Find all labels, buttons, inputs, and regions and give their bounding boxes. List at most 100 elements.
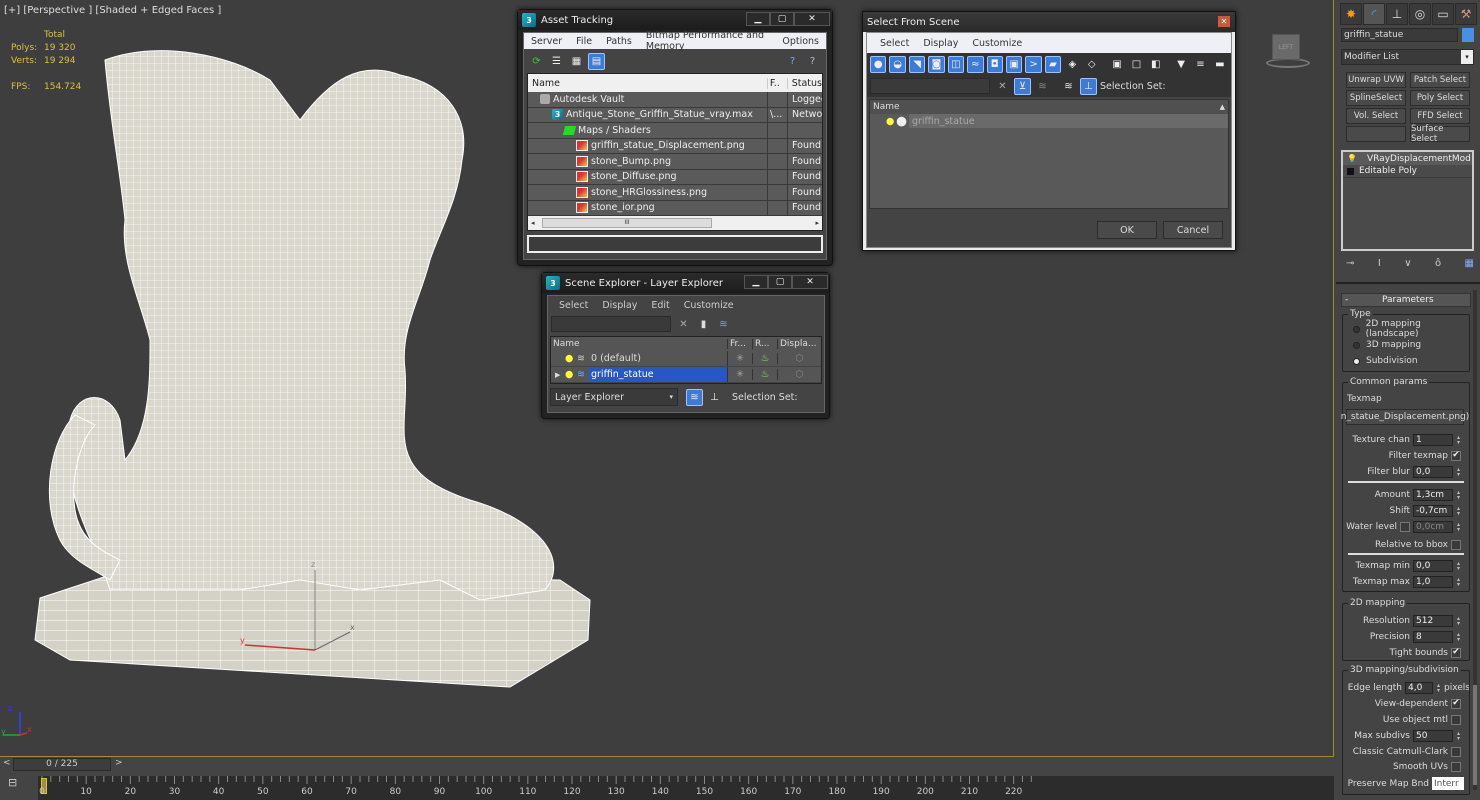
close-button[interactable]: ✕ [1218,16,1230,27]
menu-paths[interactable]: Paths [599,36,639,47]
modify-tab-icon[interactable]: ◜ [1363,3,1385,25]
menu-customize[interactable]: Customize [965,38,1029,49]
asset-row[interactable]: stone_Diffuse.png Found [528,169,822,185]
remove-modifier-icon[interactable]: ô [1435,258,1441,269]
shift-spinner[interactable]: ▴ ▾ [1455,505,1462,517]
close-button[interactable]: ✕ [792,275,828,289]
column-chooser-icon[interactable]: ▬ [1212,56,1228,73]
water-level-spinner[interactable]: ▴ ▾ [1455,521,1462,533]
asset-row[interactable]: stone_HRGlossiness.png Found [528,185,822,201]
water-level-checkbox[interactable] [1400,521,1410,532]
type-radio-option[interactable]: 2D mapping (landscape) [1353,319,1469,339]
clear-search-icon[interactable]: ✕ [675,316,692,333]
column-f[interactable]: F.. [766,77,787,89]
menu-edit[interactable]: Edit [644,300,676,311]
type-radio-option[interactable]: 3D mapping [1353,337,1469,353]
menu-select[interactable]: Select [873,38,916,49]
hierarchy-view-icon[interactable]: ⊥ [706,389,723,406]
column-name[interactable]: Name [873,102,900,112]
texmap-button[interactable]: n_statue_Displacement.png) [1341,409,1469,425]
lightbulb-icon[interactable]: ● [565,353,577,364]
relative-bbox-checkbox[interactable] [1451,539,1461,550]
stack-item-editable-poly[interactable]: Editable Poly [1343,165,1472,178]
display-all-icon[interactable]: ▣ [1109,56,1125,73]
filter-helpers-icon[interactable]: ◫ [947,55,965,73]
info-icon[interactable]: ? [804,53,821,70]
expand-icon[interactable] [1347,167,1354,175]
object-row[interactable]: ● ⬤ griffin_statue [870,114,1228,128]
scrollbar-thumb[interactable]: III [542,218,712,228]
filter-spacewarps-icon[interactable]: ≈ [967,55,984,73]
parameters-rollout-header[interactable]: - Parameters [1341,293,1471,307]
menu-customize[interactable]: Customize [677,300,741,311]
asset-row[interactable]: Autodesk Vault Logged [528,92,822,108]
amount-field[interactable]: 1,3cm [1413,488,1453,501]
column-display[interactable]: Displa... [778,339,821,349]
scene-explorer-search-input[interactable] [551,316,671,332]
new-layer-icon[interactable]: ▮ [695,316,712,333]
panel-scrollbar[interactable] [1473,290,1477,790]
hierarchy-icon[interactable]: ⊥ [1080,77,1097,95]
maximize-button[interactable]: ▢ [770,12,794,26]
menu-server[interactable]: Server [524,36,569,47]
texture-chan-field[interactable]: 1 [1413,433,1453,446]
water-level-field[interactable]: 0,0cm [1413,520,1453,533]
display-box-icon[interactable]: ⬡ [778,353,821,364]
patch-select-button[interactable]: Patch Select [1410,72,1470,88]
object-name-field[interactable]: griffin_statue [1341,28,1458,42]
modifier-list-dropdown[interactable]: Modifier List ▾ [1341,49,1474,65]
menu-select[interactable]: Select [552,300,595,311]
filter-shapes-icon[interactable]: ◒ [889,55,906,73]
layer-row[interactable]: ▶ ● ≋ griffin_statue ✳ ♨ ⬡ [551,367,821,383]
texmap-max-spinner[interactable]: ▴ ▾ [1455,576,1462,588]
filter-bones-icon[interactable]: > [1025,55,1042,73]
empty-button[interactable] [1346,126,1406,142]
texmap-min-field[interactable]: 0,0 [1413,559,1453,572]
cancel-button[interactable]: Cancel [1163,221,1223,239]
filter-frozen-icon[interactable]: ◈ [1064,56,1080,73]
expand-arrow-icon[interactable]: ▶ [555,371,565,379]
configure-modifier-sets-icon[interactable]: ▦ [1465,258,1474,269]
hierarchy-tab-icon[interactable]: ⊥ [1386,3,1408,25]
maximize-button[interactable]: ▢ [768,275,792,289]
column-render[interactable]: R... [753,339,778,349]
explorer-type-dropdown[interactable]: Layer Explorer ▾ [550,388,678,406]
menu-display[interactable]: Display [595,300,644,311]
filter-geometry-icon[interactable]: ● [870,55,887,73]
spline-select-button[interactable]: SplineSelect [1346,90,1406,106]
lightbulb-icon[interactable]: ● [565,369,577,380]
pin-stack-icon[interactable]: ⊸ [1346,258,1354,269]
clear-search-icon[interactable]: ✕ [994,78,1011,95]
track-bar[interactable]: 0 10 20 30 40 50 60 70 80 90 100 110 120 130 140 150 160… [38,776,1334,800]
texture-chan-spinner[interactable]: ▴ ▾ [1455,434,1462,446]
texmap-min-spinner[interactable]: ▴ ▾ [1455,560,1462,572]
asset-row[interactable]: griffin_statue_Displacement.png Found [528,138,822,154]
object-color-swatch[interactable] [1462,28,1474,42]
select-from-scene-titlebar[interactable]: Select From Scene [863,12,1235,32]
make-unique-icon[interactable]: ∨ [1404,258,1411,269]
show-end-result-icon[interactable]: Ⅰ [1378,258,1381,269]
layers-icon[interactable]: ≋ [1060,78,1077,95]
shift-field[interactable]: -0,7cm [1413,504,1453,517]
render-teapot-icon[interactable]: ♨ [753,369,778,380]
motion-tab-icon[interactable]: ◎ [1409,3,1431,25]
viewcube[interactable]: LEFT [1258,30,1318,70]
lightbulb-icon[interactable]: 💡 [1347,154,1357,163]
time-slider-thumb[interactable]: 0 / 225 [13,758,111,771]
filter-funnel-icon[interactable]: ▼ [1173,56,1189,73]
mini-curve-editor-icon[interactable]: ⊟ [8,776,26,794]
filter-blur-spinner[interactable]: ▴ ▾ [1455,466,1462,478]
viewcube-face-left[interactable]: LEFT [1272,34,1300,60]
lightbulb-icon[interactable]: ● [886,116,894,127]
layer-view-icon[interactable]: ≋ [686,388,703,406]
horizontal-scrollbar[interactable]: ◂ III ▸ [528,216,822,230]
vol-select-button[interactable]: Vol. Select [1346,108,1406,124]
utilities-tab-icon[interactable]: ⚒ [1455,3,1477,25]
add-to-layer-icon[interactable]: ≋ [715,316,732,333]
help-icon[interactable]: ? [784,53,801,70]
display-none-icon[interactable]: □ [1128,56,1144,73]
layer-row[interactable]: ● ≋ 0 (default) ✳ ♨ ⬡ [551,351,821,367]
menu-options[interactable]: Options [775,36,826,47]
select-search-input[interactable] [870,78,990,94]
prev-frame-button[interactable]: < [3,758,13,770]
